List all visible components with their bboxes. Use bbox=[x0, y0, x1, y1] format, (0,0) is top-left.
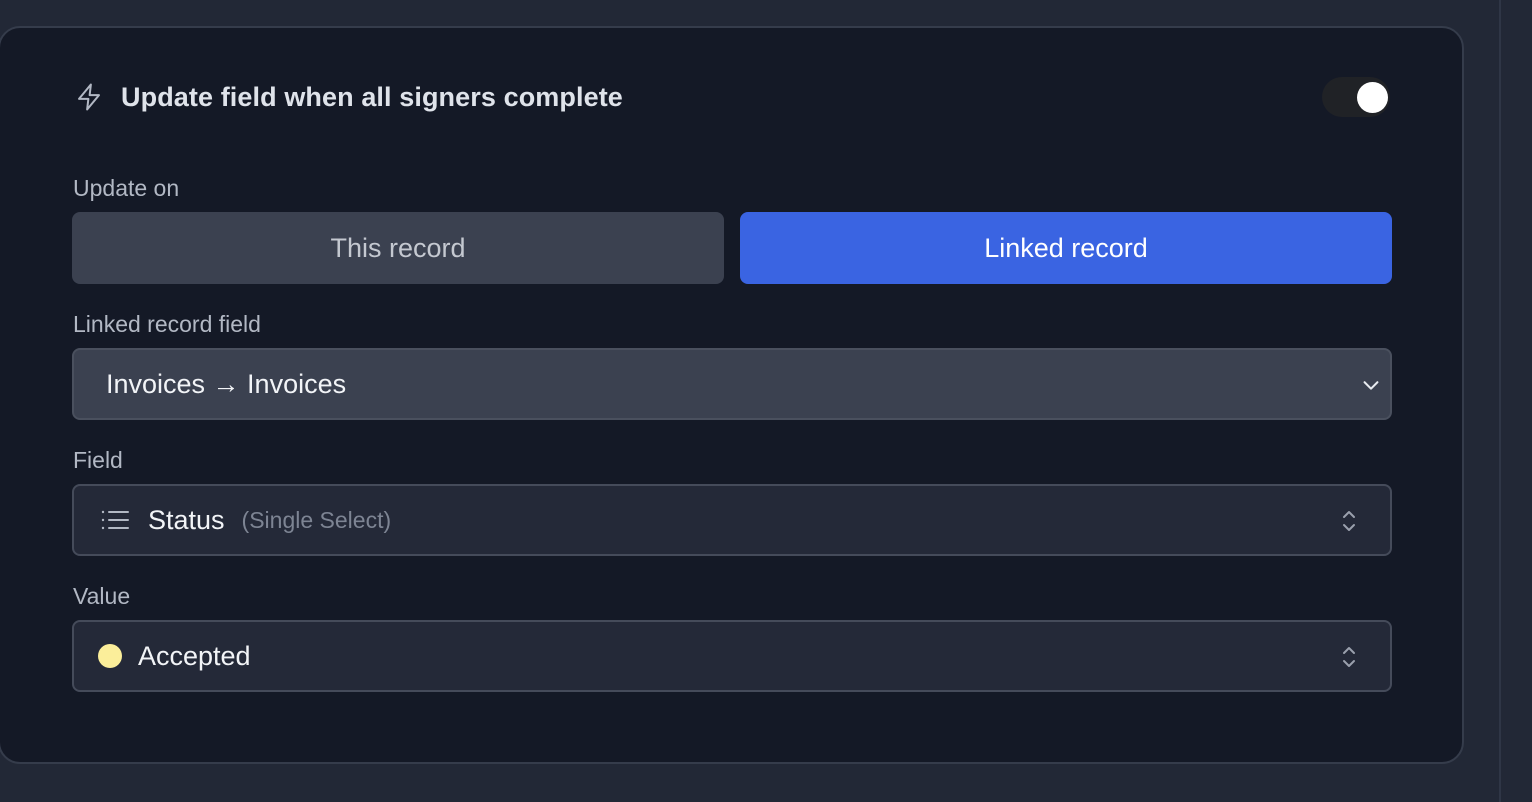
enable-toggle[interactable] bbox=[1322, 77, 1390, 117]
value-text: Accepted bbox=[138, 640, 251, 671]
linked-record-field-value: Invoices → Invoices bbox=[106, 368, 347, 399]
chevron-up-down-icon bbox=[1343, 511, 1355, 531]
bolt-icon bbox=[78, 83, 100, 111]
status-color-dot bbox=[98, 644, 122, 668]
card-title: Update field when all signers complete bbox=[121, 81, 623, 112]
chevron-down-icon bbox=[1363, 381, 1379, 390]
field-value: Status bbox=[148, 504, 225, 535]
panel-divider bbox=[1499, 0, 1501, 802]
list-icon bbox=[101, 510, 129, 530]
field-label: Field bbox=[73, 447, 123, 473]
this-record-button[interactable]: This record bbox=[72, 212, 724, 284]
linked-record-field-label: Linked record field bbox=[73, 311, 261, 337]
update-on-label: Update on bbox=[73, 175, 180, 201]
linked-record-button[interactable]: Linked record bbox=[740, 212, 1392, 284]
chevron-up-down-icon bbox=[1343, 647, 1355, 667]
linked-record-field-select[interactable]: Invoices → Invoices bbox=[72, 348, 1392, 420]
field-select[interactable]: Status (Single Select) bbox=[72, 484, 1392, 556]
value-select[interactable]: Accepted bbox=[72, 620, 1392, 692]
field-type: (Single Select) bbox=[241, 506, 392, 533]
card-header: Update field when all signers complete bbox=[74, 78, 623, 116]
page: Update field when all signers complete U… bbox=[0, 0, 1532, 802]
toggle-knob bbox=[1357, 82, 1388, 113]
value-label: Value bbox=[73, 583, 131, 609]
